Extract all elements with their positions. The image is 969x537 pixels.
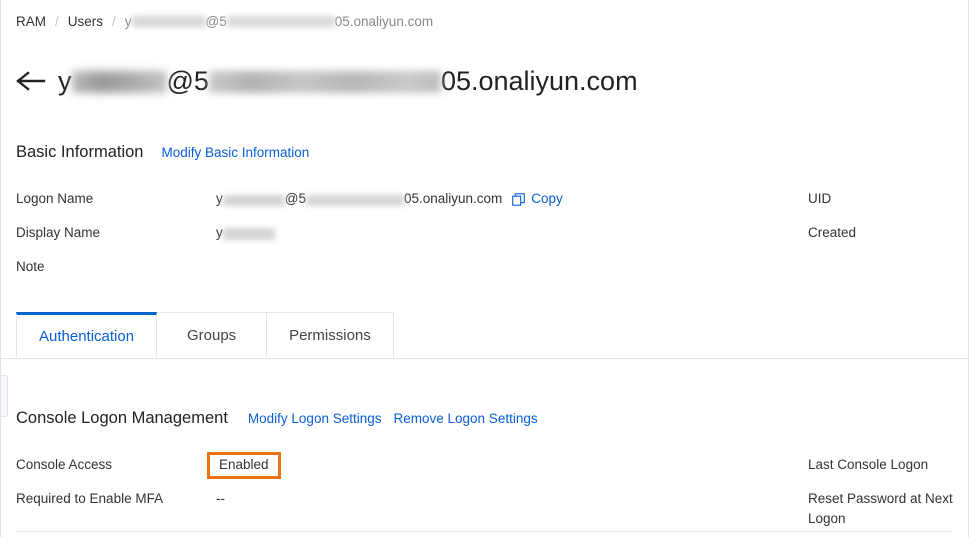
logon-name-value: y @5 05.onaliyun.com Copy xyxy=(216,189,563,209)
breadcrumb-separator: / xyxy=(55,14,59,29)
required-mfa-value: -- xyxy=(216,491,225,506)
tab-permissions-label: Permissions xyxy=(289,326,371,344)
tab-permissions[interactable]: Permissions xyxy=(267,312,394,357)
modify-basic-information-link[interactable]: Modify Basic Information xyxy=(161,145,309,160)
console-logon-body: Console Access Enabled Last Console Logo… xyxy=(1,452,968,526)
logon-name-label: Logon Name xyxy=(16,191,94,206)
breadcrumb-item-users[interactable]: Users xyxy=(68,13,103,31)
required-mfa-field: Required to Enable MFA -- xyxy=(16,489,796,509)
breadcrumb-item-ram[interactable]: RAM xyxy=(16,13,46,31)
basic-information-header: Basic Information Modify Basic Informati… xyxy=(16,143,309,162)
info-row: Note xyxy=(1,257,968,291)
logon-name-prefix: y xyxy=(216,191,223,206)
breadcrumb-item-current: y @5 05.onaliyun.com xyxy=(124,14,434,29)
redacted-text xyxy=(222,194,285,206)
redacted-text xyxy=(71,71,167,93)
page-title-suffix: 05.onaliyun.com xyxy=(440,66,638,96)
last-console-logon-field: Last Console Logon xyxy=(808,455,958,475)
tab-groups-label: Groups xyxy=(186,326,237,344)
console-access-label: Console Access xyxy=(16,457,113,472)
sidebar-collapse-handle[interactable] xyxy=(1,375,8,417)
info-row: Required to Enable MFA -- Reset Password… xyxy=(1,489,968,526)
created-label: Created xyxy=(808,225,857,240)
redacted-text xyxy=(226,16,335,27)
logon-name-middle: @5 xyxy=(284,191,306,206)
uid-field: UID xyxy=(808,189,958,209)
note-label: Note xyxy=(16,259,45,274)
display-name-value: y xyxy=(216,223,275,243)
redacted-text xyxy=(208,71,441,93)
note-field: Note xyxy=(16,257,796,277)
arrow-left-icon[interactable] xyxy=(16,68,46,94)
uid-label: UID xyxy=(808,191,832,206)
info-row: Logon Name y @5 05.onaliyun.com Copy UID xyxy=(1,189,968,223)
logon-name-suffix: 05.onaliyun.com xyxy=(403,191,503,206)
tab-bar: Authentication Groups Permissions xyxy=(1,312,968,359)
reset-password-label: Reset Password at Next Logon xyxy=(808,491,953,526)
required-mfa-label: Required to Enable MFA xyxy=(16,491,164,506)
basic-information-title: Basic Information xyxy=(16,143,144,161)
redacted-text xyxy=(222,228,275,240)
info-row: Console Access Enabled Last Console Logo… xyxy=(1,452,968,489)
console-logon-title: Console Logon Management xyxy=(16,409,228,427)
reset-password-field: Reset Password at Next Logon xyxy=(808,489,958,529)
status-badge: Enabled xyxy=(207,452,281,479)
redacted-text xyxy=(131,16,206,27)
console-access-value: Enabled xyxy=(207,452,290,482)
modify-logon-settings-link[interactable]: Modify Logon Settings xyxy=(248,411,382,426)
tab-strip: Authentication Groups Permissions xyxy=(16,312,394,358)
breadcrumb-separator: / xyxy=(112,14,116,29)
logon-name-field: Logon Name y @5 05.onaliyun.com Copy xyxy=(16,189,796,209)
copy-icon xyxy=(512,192,526,206)
display-name-prefix: y xyxy=(216,225,223,240)
created-field: Created xyxy=(808,223,958,243)
info-row: Display Name y Created xyxy=(1,223,968,257)
page-title: y @5 05.onaliyun.com xyxy=(58,64,638,98)
console-access-field: Console Access Enabled xyxy=(16,452,796,482)
page-title-middle: @5 xyxy=(166,66,209,96)
basic-information-body: Logon Name y @5 05.onaliyun.com Copy UID… xyxy=(1,189,968,291)
redacted-text xyxy=(305,194,404,206)
breadcrumb: RAM / Users / y @5 05.onaliyun.com xyxy=(16,13,433,31)
console-logon-header: Console Logon Management Modify Logon Se… xyxy=(16,409,538,428)
copy-label: Copy xyxy=(531,191,563,206)
display-name-field: Display Name y xyxy=(16,223,796,243)
tab-authentication-label: Authentication xyxy=(39,327,135,345)
display-name-label: Display Name xyxy=(16,225,101,240)
page-header: y @5 05.onaliyun.com xyxy=(16,60,638,102)
page-title-prefix: y xyxy=(58,66,72,96)
copy-logon-name-button[interactable]: Copy xyxy=(512,189,563,209)
page-root: RAM / Users / y @5 05.onaliyun.com y @5 05.o… xyxy=(0,0,969,537)
tab-authentication[interactable]: Authentication xyxy=(16,312,158,358)
last-console-logon-label: Last Console Logon xyxy=(808,457,929,472)
tab-groups[interactable]: Groups xyxy=(157,312,268,357)
remove-logon-settings-link[interactable]: Remove Logon Settings xyxy=(394,411,538,426)
divider xyxy=(16,531,953,532)
